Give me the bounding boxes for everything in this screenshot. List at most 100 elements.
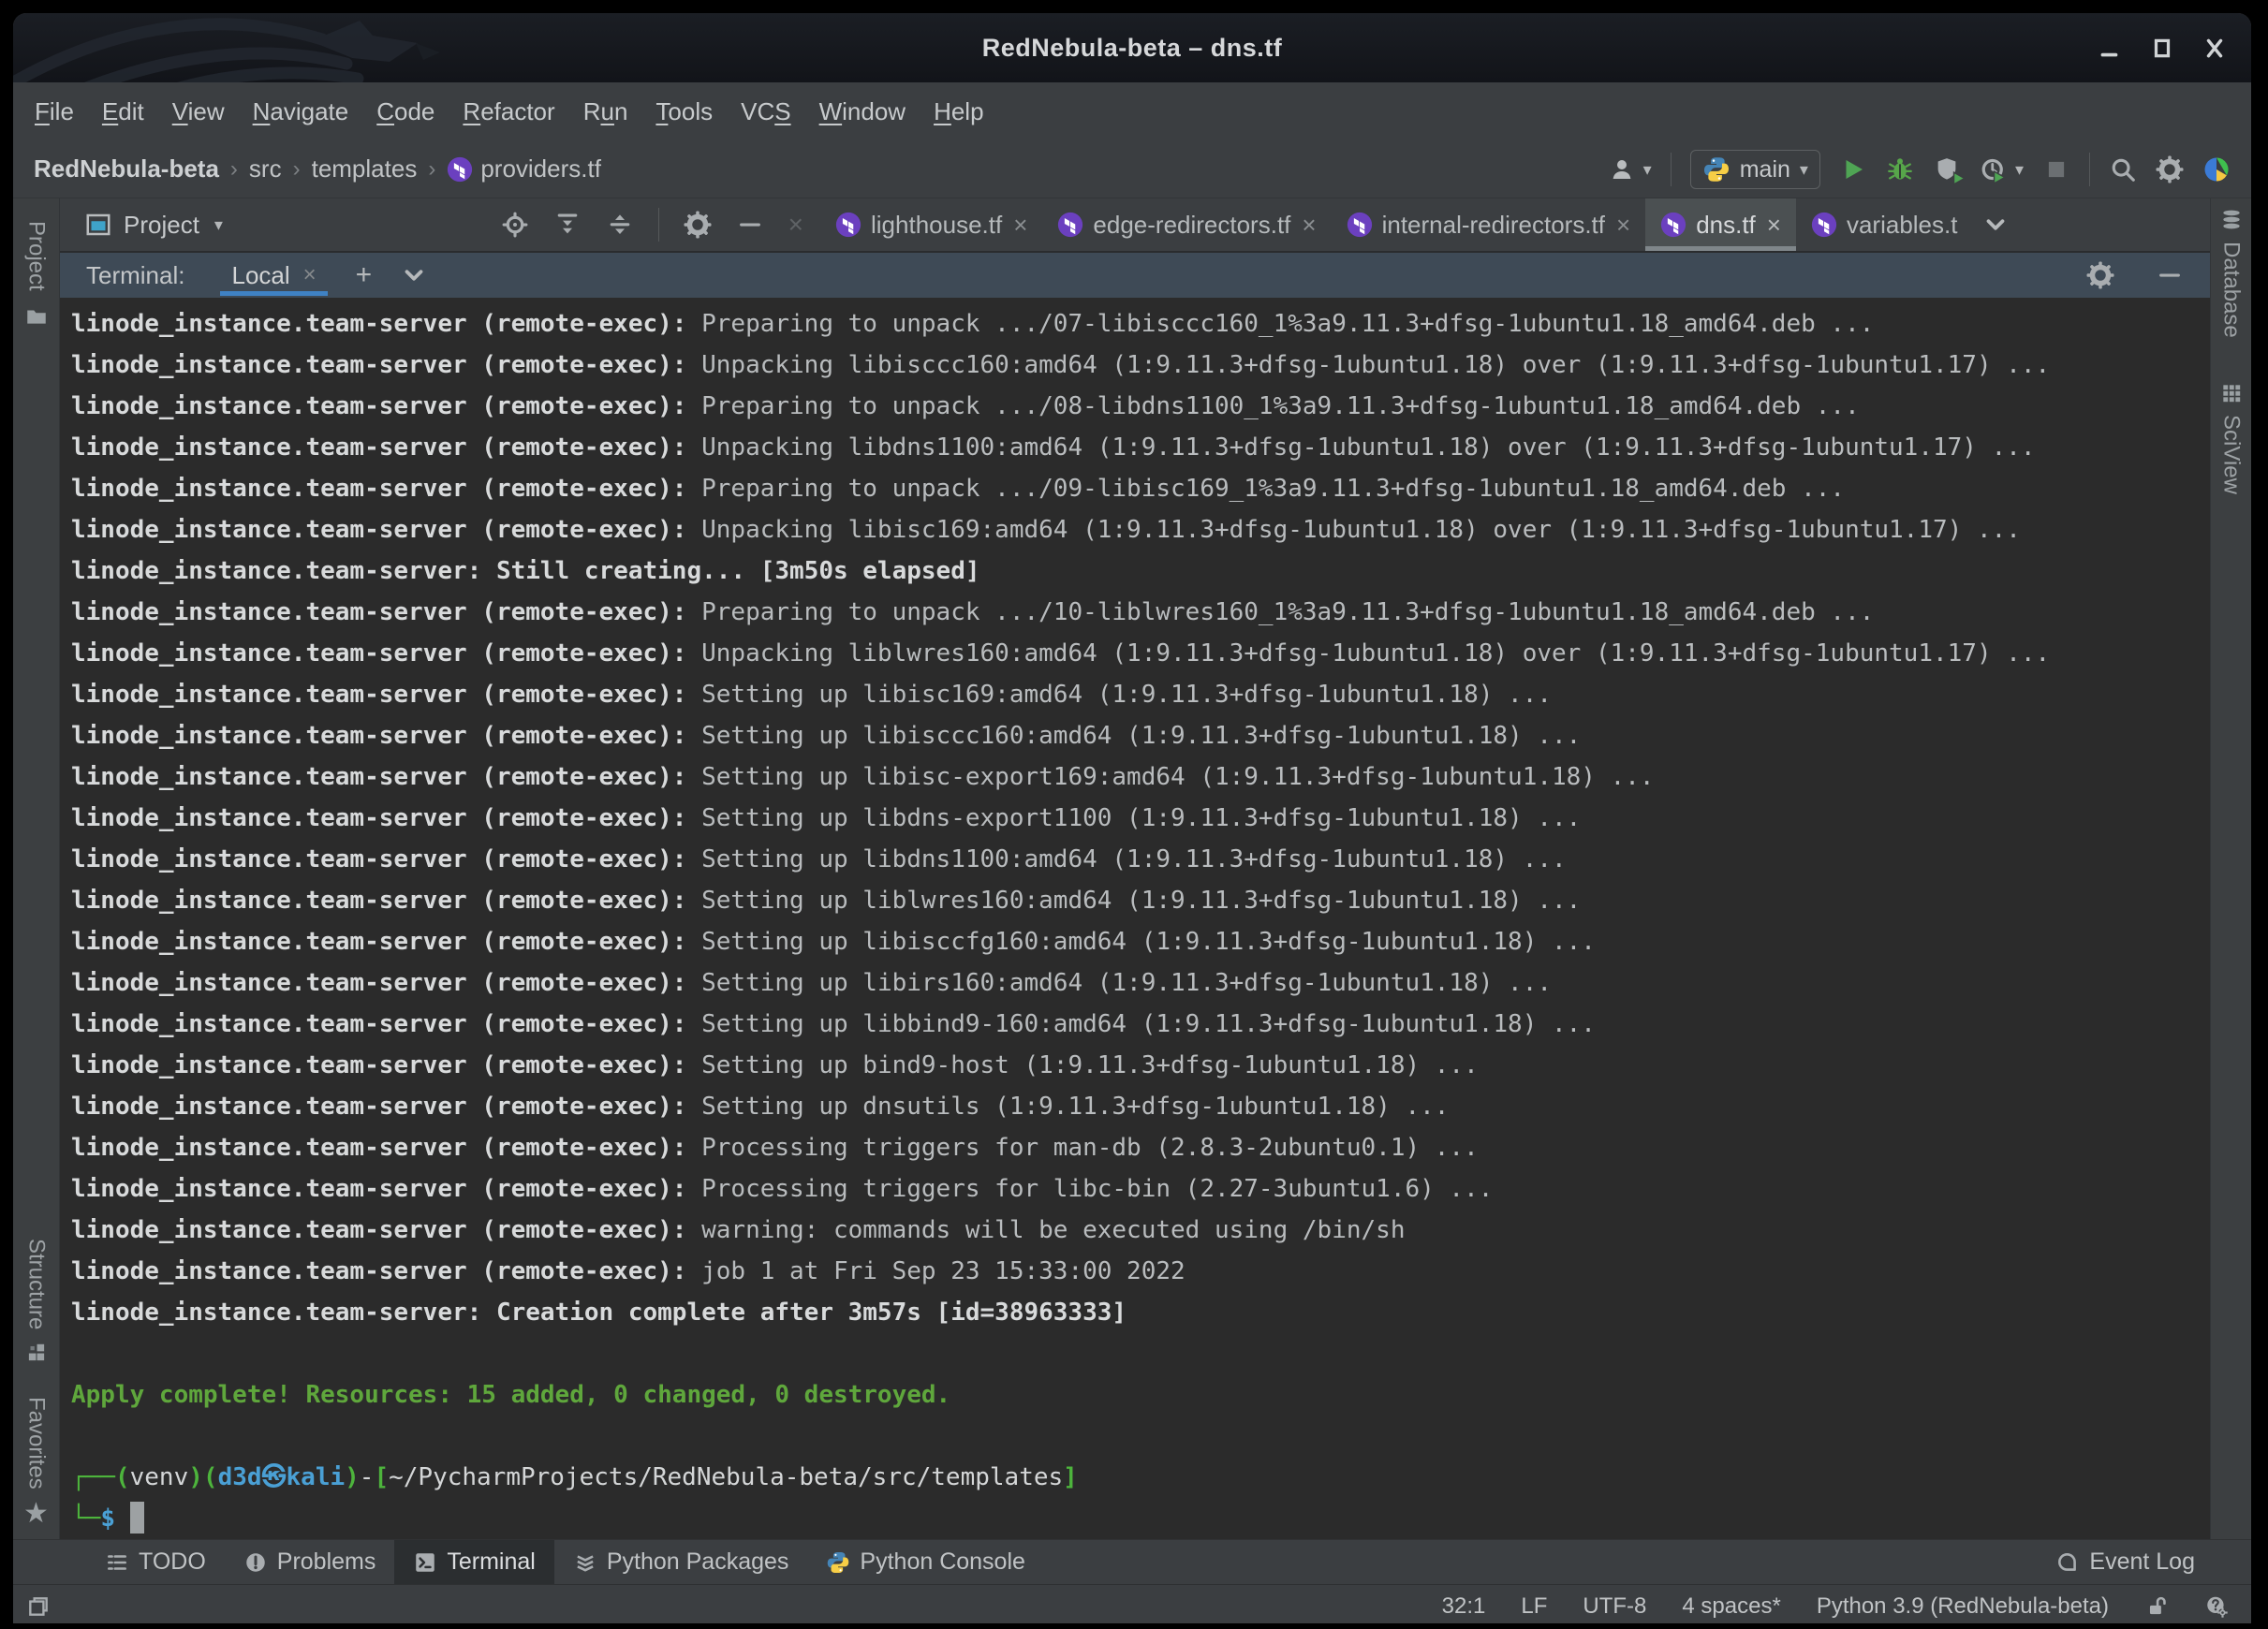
restore-toolwindows-icon[interactable] [26, 1594, 51, 1619]
run-with-coverage-button[interactable] [1933, 155, 1966, 186]
line-separator-widget[interactable]: LF [1521, 1593, 1547, 1620]
terraform-file-icon [448, 156, 473, 182]
toolwindow-button-python-packages[interactable]: Python Packages [554, 1540, 808, 1584]
star-icon[interactable]: ★ [23, 1497, 49, 1530]
editor-tab-bar: Project ▾ × lighthouse.tf × edge-redirec… [60, 198, 2210, 253]
toolwindow-button-favorites[interactable]: Favorites [23, 1397, 50, 1490]
terminal-sessions-dropdown[interactable] [400, 261, 428, 289]
collapse-all-icon[interactable] [606, 211, 634, 239]
toolwindow-button-structure[interactable]: Structure [23, 1239, 50, 1329]
settings-gear-icon[interactable] [684, 211, 712, 239]
toolwindow-button-python-console[interactable]: Python Console [807, 1540, 1044, 1584]
menu-tools[interactable]: Tools [641, 97, 727, 126]
inspections-profile-icon[interactable] [2204, 1594, 2229, 1619]
title-bar: RedNebula-beta – dns.tf [13, 13, 2251, 82]
settings-gear-icon[interactable] [2156, 155, 2184, 183]
menu-navigate[interactable]: Navigate [239, 97, 363, 126]
run-configuration-selector[interactable]: main ▾ [1689, 150, 1820, 189]
breadcrumb-project[interactable]: RedNebula-beta [34, 154, 219, 183]
indent-widget[interactable]: 4 spaces* [1682, 1593, 1780, 1620]
interpreter-widget[interactable]: Python 3.9 (RedNebula-beta) [1817, 1593, 2109, 1620]
menu-vcs[interactable]: VCS [727, 97, 804, 126]
debug-button[interactable] [1886, 155, 1914, 183]
event-log-button[interactable]: Event Log [2055, 1540, 2195, 1584]
right-toolwindow-bar: Database SciView [2210, 198, 2251, 1539]
tab-internal-redirectors[interactable]: internal-redirectors.tf × [1332, 198, 1646, 251]
toolwindow-button-todo[interactable]: TODO [86, 1540, 225, 1584]
chevron-down-icon [1987, 219, 2005, 230]
navigation-bar: RedNebula-beta › src › templates › provi… [13, 140, 2251, 198]
terminal-line: linode_instance.team-server (remote-exec… [71, 887, 1582, 915]
minimize-button[interactable] [2098, 36, 2122, 60]
bottom-toolwindow-bar: TODO Problems Terminal Python Packages P… [13, 1539, 2251, 1584]
maximize-button[interactable] [2150, 36, 2174, 60]
toolwindow-button-terminal[interactable]: Terminal [394, 1540, 554, 1584]
terminal-tab-local[interactable]: Local × [220, 253, 328, 298]
toolwindow-button-sciview[interactable]: SciView [2218, 415, 2245, 494]
locate-file-icon[interactable] [501, 211, 529, 239]
terminal-line: linode_instance.team-server (remote-exec… [71, 1134, 1479, 1162]
run-configuration-name: main [1739, 155, 1790, 183]
menu-help[interactable]: Help [920, 97, 997, 126]
close-tab-icon[interactable]: × [1614, 211, 1630, 240]
breadcrumb-src[interactable]: src [249, 154, 282, 183]
menu-view[interactable]: View [158, 97, 239, 126]
stop-button[interactable] [2042, 155, 2070, 183]
expand-all-icon[interactable] [553, 211, 582, 239]
close-icon[interactable]: × [788, 210, 803, 240]
new-terminal-session-button[interactable]: + [356, 259, 373, 291]
tab-edge-redirectors[interactable]: edge-redirectors.tf × [1042, 198, 1331, 251]
terminal-line: linode_instance.team-server (remote-exec… [71, 1093, 1450, 1121]
close-tab-icon[interactable]: × [1300, 211, 1316, 240]
project-panel-title[interactable]: Project [124, 211, 199, 240]
database-icon[interactable] [2219, 208, 2244, 232]
close-button[interactable] [2202, 36, 2227, 60]
toolbar-divider [2089, 153, 2090, 186]
hide-panel-icon[interactable] [736, 211, 764, 239]
editor-tabs: lighthouse.tf × edge-redirectors.tf × in… [820, 198, 2019, 251]
menu-edit[interactable]: Edit [88, 97, 158, 126]
user-profile-button[interactable]: ▾ [1608, 155, 1652, 183]
close-terminal-tab-icon[interactable]: × [303, 262, 317, 288]
menu-window[interactable]: Window [805, 97, 920, 126]
chevron-down-icon[interactable]: ▾ [214, 215, 223, 235]
close-tab-icon[interactable]: × [1765, 211, 1781, 240]
toolwindow-button-database[interactable]: Database [2218, 242, 2245, 338]
terminal-line: ┌──(venv)(d3d㉿kali)-[~/PycharmProjects/R… [71, 1463, 1078, 1491]
profiler-button[interactable]: ▾ [1980, 155, 2024, 185]
menu-run[interactable]: Run [569, 97, 642, 126]
mini-run-icon [1993, 169, 2007, 185]
breadcrumb-templates[interactable]: templates [312, 154, 418, 183]
tab-lighthouse[interactable]: lighthouse.tf × [820, 198, 1042, 251]
terminal-output[interactable]: linode_instance.team-server (remote-exec… [60, 298, 2210, 1539]
close-tab-icon[interactable]: × [1011, 211, 1027, 240]
breadcrumb-file[interactable]: providers.tf [447, 154, 601, 183]
terminal-line: linode_instance.team-server (remote-exec… [71, 1175, 1494, 1203]
menu-bar: File Edit View Navigate Code Refactor Run Tools… [13, 82, 2251, 140]
terminal-line: linode_instance.team-server (remote-exec… [71, 392, 1860, 420]
tab-variables[interactable]: variables.t [1796, 198, 1973, 251]
unlocked-padlock-icon[interactable] [2144, 1594, 2169, 1619]
sciview-grid-icon[interactable] [2219, 381, 2244, 405]
caret-position-widget[interactable]: 32:1 [1442, 1593, 1486, 1620]
run-button[interactable] [1839, 155, 1867, 183]
hide-panel-icon[interactable] [2156, 261, 2184, 289]
ide-updates-sphere-icon[interactable] [2202, 155, 2231, 183]
chevron-down-icon: ▾ [2014, 159, 2024, 179]
toolwindow-button-project[interactable]: Project [23, 221, 50, 291]
encoding-widget[interactable]: UTF-8 [1583, 1593, 1646, 1620]
terraform-file-icon [835, 212, 862, 238]
menu-refactor[interactable]: Refactor [449, 97, 568, 126]
terminal-panel-header: Terminal: Local × + [60, 253, 2210, 298]
tab-dns[interactable]: dns.tf × [1645, 198, 1796, 251]
terraform-file-icon [1661, 212, 1686, 238]
structure-icon[interactable] [24, 1341, 49, 1365]
search-everywhere-icon[interactable] [2109, 155, 2137, 183]
folder-icon[interactable] [24, 304, 49, 329]
toolwindow-button-problems[interactable]: Problems [225, 1540, 395, 1584]
hidden-tabs-button[interactable] [1972, 198, 2019, 251]
menu-file[interactable]: File [21, 97, 88, 126]
menu-code[interactable]: Code [362, 97, 449, 126]
settings-gear-icon[interactable] [2086, 261, 2114, 289]
